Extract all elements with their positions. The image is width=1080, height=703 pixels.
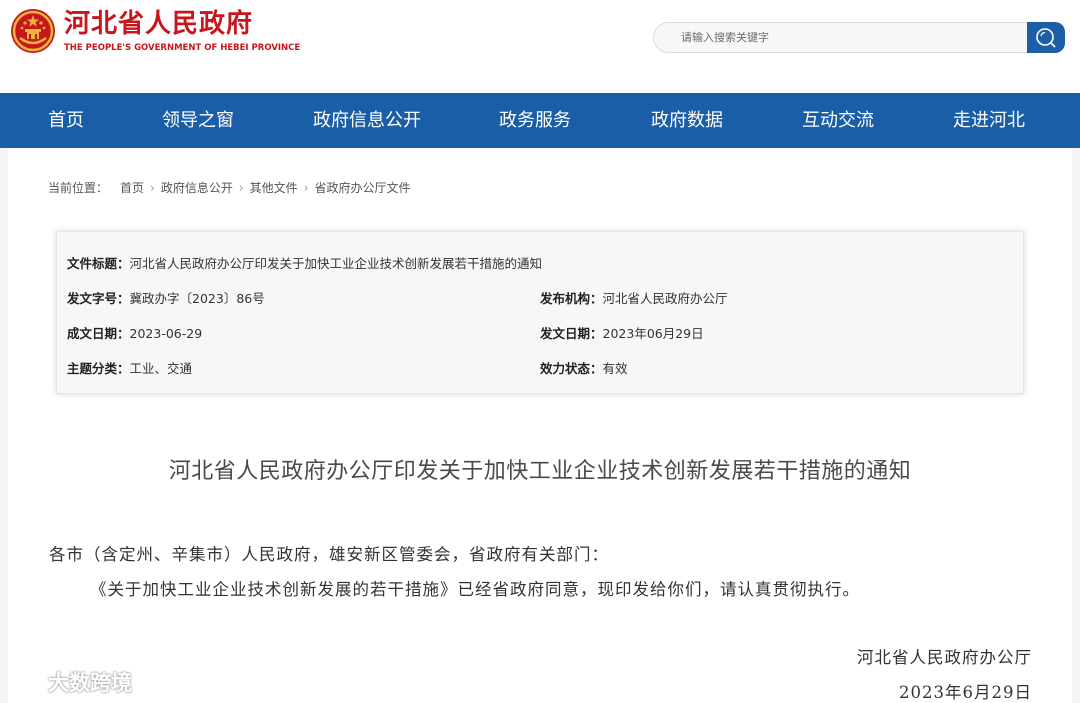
info-category-row: 主题分类：工业、交通 — [67, 358, 192, 377]
breadcrumb-link-other-docs[interactable]: 其他文件 — [250, 179, 298, 196]
breadcrumb-prefix: 当前位置： — [48, 181, 109, 195]
watermark-logo-icon — [10, 672, 44, 693]
logo-subtitle: THE PEOPLE'S GOVERNMENT OF HEBEI PROVINC… — [64, 43, 301, 53]
nav-item-data[interactable]: 政府数据 — [651, 93, 723, 148]
info-doc-no-value: 冀政办字〔2023〕86号 — [129, 291, 265, 306]
info-category-value: 工业、交通 — [129, 361, 193, 376]
info-status-value: 有效 — [602, 361, 628, 376]
logo-title: 河北省人民政府 — [64, 9, 254, 39]
site-header: 河北省人民政府 THE PEOPLE'S GOVERNMENT OF HEBEI… — [0, 0, 1080, 93]
info-issuer-value: 河北省人民政府办公厅 — [602, 291, 728, 306]
breadcrumb-link-info-disclosure[interactable]: 政府信息公开 — [161, 179, 233, 196]
nav-item-leaders[interactable]: 领导之窗 — [162, 93, 234, 148]
chevron-right-icon: › — [150, 181, 155, 195]
info-issuer-row: 发布机构：河北省人民政府办公厅 — [540, 288, 728, 307]
search-icon — [1036, 27, 1056, 48]
info-doc-no-row: 发文字号：冀政办字〔2023〕86号 — [67, 288, 265, 307]
nav-item-services[interactable]: 政务服务 — [499, 93, 571, 148]
info-title-label: 文件标题： — [67, 256, 130, 271]
document-salutation: 各市（含定州、辛集市）人民政府，雄安新区管委会，省政府有关部门： — [49, 545, 609, 564]
breadcrumb: 当前位置： 首页 › 政府信息公开 › 其他文件 › 省政府办公厅文件 — [48, 179, 411, 196]
info-status-label: 效力状态： — [540, 361, 603, 376]
nav-item-home[interactable]: 首页 — [48, 93, 84, 148]
info-issuer-label: 发布机构： — [540, 291, 603, 306]
chevron-right-icon: › — [238, 181, 244, 195]
info-publish-date-row: 发文日期：2023年06月29日 — [540, 323, 704, 342]
main-content: 当前位置： 首页 › 政府信息公开 › 其他文件 › 省政府办公厅文件 文件标题：河北省人民政… — [8, 148, 1072, 703]
document-info-box: 文件标题：河北省人民政府办公厅印发关于加快工业企业技术创新发展若干措施的通知 发… — [56, 231, 1024, 394]
search-input[interactable] — [653, 22, 1027, 53]
document-date: 2023年6月29日 — [899, 683, 1032, 702]
document-title: 河北省人民政府办公厅印发关于加快工业企业技术创新发展若干措施的通知 — [168, 459, 912, 484]
document-signature: 河北省人民政府办公厅 — [857, 648, 1032, 667]
info-title-row: 文件标题：河北省人民政府办公厅印发关于加快工业企业技术创新发展若干措施的通知 — [67, 253, 542, 272]
info-written-date-label: 成文日期： — [67, 326, 130, 341]
info-publish-date-value: 2023年06月29日 — [602, 326, 704, 341]
watermark: 大数跨境 — [8, 667, 132, 697]
info-status-row: 效力状态：有效 — [540, 358, 628, 377]
info-title-value: 河北省人民政府办公厅印发关于加快工业企业技术创新发展若干措施的通知 — [129, 256, 543, 271]
national-emblem-icon — [11, 9, 55, 53]
search-bar — [653, 22, 1065, 53]
watermark-text: 大数跨境 — [48, 671, 132, 695]
info-category-label: 主题分类： — [67, 361, 130, 376]
document-paragraph: 《关于加快工业企业技术创新发展的若干措施》已经省政府同意，现印发给你们，请认真贯… — [90, 580, 860, 599]
info-doc-no-label: 发文字号： — [67, 291, 130, 306]
chevron-right-icon: › — [303, 181, 309, 195]
nav-item-interaction[interactable]: 互动交流 — [802, 93, 874, 148]
search-button[interactable] — [1027, 22, 1065, 53]
info-written-date-value: 2023-06-29 — [129, 326, 203, 341]
info-publish-date-label: 发文日期： — [540, 326, 603, 341]
site-logo[interactable]: 河北省人民政府 THE PEOPLE'S GOVERNMENT OF HEBEI… — [10, 8, 300, 54]
nav-item-info-disclosure[interactable]: 政府信息公开 — [313, 93, 421, 148]
info-written-date-row: 成文日期：2023-06-29 — [67, 323, 202, 342]
breadcrumb-link-home[interactable]: 首页 — [120, 179, 144, 196]
breadcrumb-link-office-docs[interactable]: 省政府办公厅文件 — [315, 179, 411, 196]
main-nav: 首页 领导之窗 政府信息公开 政务服务 政府数据 互动交流 走进河北 — [0, 93, 1080, 148]
nav-item-about-hebei[interactable]: 走进河北 — [953, 93, 1025, 148]
